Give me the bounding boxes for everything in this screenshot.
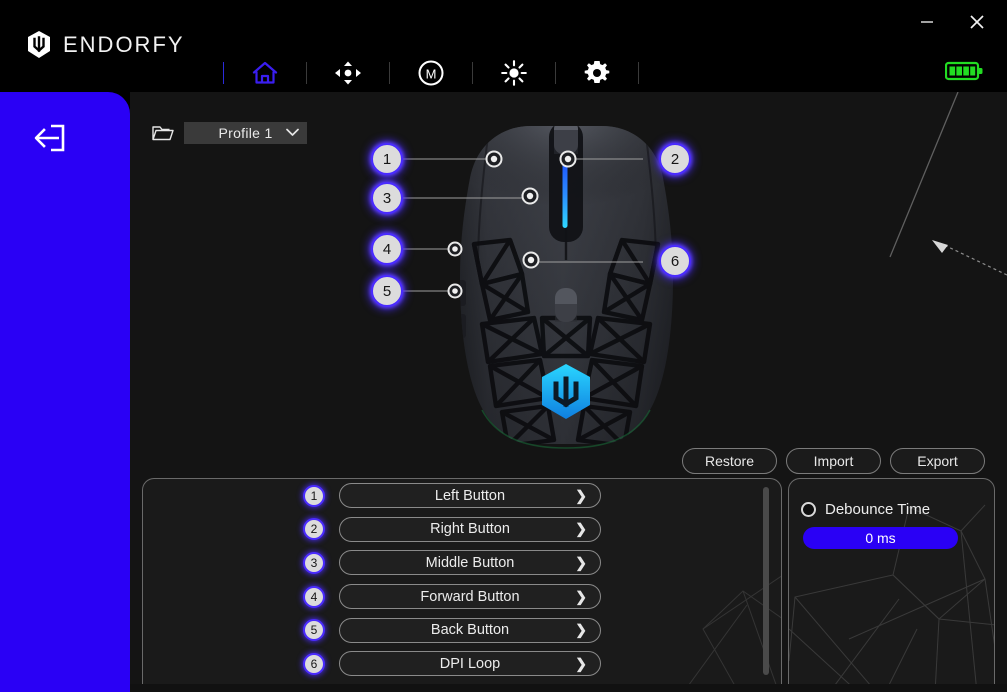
- row-label: Right Button: [430, 521, 510, 538]
- nav-lighting[interactable]: [491, 56, 537, 90]
- list-item: 6 DPI Loop ❯: [143, 647, 781, 681]
- row-label: DPI Loop: [439, 655, 501, 672]
- callout-label: 2: [670, 150, 680, 168]
- left-sidebar: [0, 92, 130, 692]
- list-item: 1 Left Button ❯: [143, 479, 781, 513]
- brand-title: ENDORFY: [63, 32, 185, 57]
- profile-row: Profile 1: [152, 122, 307, 144]
- callout-badge-4[interactable]: 4: [371, 233, 403, 265]
- row-number-badge[interactable]: 6: [303, 652, 325, 675]
- button-assign-middle-button[interactable]: Middle Button ❯: [339, 550, 601, 576]
- import-button[interactable]: Import: [786, 448, 881, 474]
- button-list-panel: 1 Left Button ❯ 2 Right Button ❯ 3 Middl…: [142, 478, 782, 692]
- list-item: 2 Right Button ❯: [143, 513, 781, 547]
- button-list-rows: 1 Left Button ❯ 2 Right Button ❯ 3 Middl…: [143, 479, 781, 681]
- chevron-right-icon: ❯: [575, 520, 587, 537]
- row-number-badge[interactable]: 4: [303, 585, 325, 608]
- button-assign-forward-button[interactable]: Forward Button ❯: [339, 584, 601, 610]
- button-assign-left-button[interactable]: Left Button ❯: [339, 483, 601, 509]
- battery-indicator: [944, 60, 985, 87]
- callout-badge-3[interactable]: 3: [371, 182, 403, 214]
- brand: ENDORFY: [26, 30, 185, 60]
- callout-label: 6: [670, 252, 680, 270]
- app-window: ENDORFY M Profile 1 1 2 3 4 5 6 Restore …: [0, 0, 1007, 692]
- debounce-panel: Debounce Time 0 ms: [788, 478, 995, 692]
- nav-macro[interactable]: M: [408, 56, 454, 90]
- window-controls: [905, 5, 999, 39]
- row-label: Middle Button: [425, 554, 515, 571]
- chevron-right-icon: ❯: [575, 621, 587, 638]
- action-bar: Restore Import Export: [682, 448, 985, 474]
- debounce-label: Debounce Time: [825, 501, 931, 518]
- main-nav: M: [205, 56, 657, 90]
- button-assign-back-button[interactable]: Back Button ❯: [339, 617, 601, 643]
- profile-select-value: Profile 1: [218, 125, 273, 141]
- main-stage: Profile 1 1 2 3 4 5 6 Restore Import Exp…: [130, 92, 1007, 692]
- nav-dpi[interactable]: [325, 56, 371, 90]
- button-list-scrollbar[interactable]: [763, 487, 769, 683]
- collapse-arrow-icon: [32, 124, 68, 158]
- callout-badge-2[interactable]: 2: [659, 143, 691, 175]
- macro-m-icon: M: [417, 59, 445, 87]
- chevron-right-icon: ❯: [575, 554, 587, 571]
- minimize-button[interactable]: [905, 5, 949, 39]
- settings-gear-icon: [583, 59, 611, 87]
- footer-strip: [130, 684, 1007, 692]
- row-number-badge[interactable]: 2: [303, 518, 325, 541]
- row-number-badge[interactable]: 5: [303, 619, 325, 642]
- nav-divider: [555, 62, 556, 84]
- chevron-right-icon: ❯: [575, 487, 587, 504]
- lighting-sun-icon: [500, 59, 528, 87]
- nav-divider: [223, 62, 224, 84]
- chevron-down-icon: [286, 124, 299, 142]
- title-bar: ENDORFY M: [0, 0, 1007, 92]
- mouse-body: [460, 126, 673, 444]
- callout-label: 1: [382, 150, 392, 168]
- callout-badge-5[interactable]: 5: [371, 275, 403, 307]
- row-number-badge[interactable]: 1: [303, 484, 325, 507]
- scrollbar-thumb[interactable]: [763, 487, 769, 675]
- endorfy-shield-logo-icon: [26, 30, 52, 60]
- nav-divider: [472, 62, 473, 84]
- home-icon: [251, 60, 279, 86]
- row-number-badge[interactable]: 3: [303, 551, 325, 574]
- nav-home[interactable]: [242, 56, 288, 90]
- dpi-crosshair-icon: [333, 60, 363, 86]
- mouse-diagram: 1 2 3 4 5 6: [130, 92, 1007, 472]
- list-item: 3 Middle Button ❯: [143, 546, 781, 580]
- button-assign-dpi-loop[interactable]: DPI Loop ❯: [339, 651, 601, 677]
- row-label: Left Button: [434, 487, 506, 504]
- folder-icon[interactable]: [152, 124, 174, 142]
- chevron-right-icon: ❯: [575, 588, 587, 605]
- callout-label: 5: [382, 282, 392, 300]
- nav-divider: [306, 62, 307, 84]
- svg-text:M: M: [426, 67, 437, 82]
- button-assign-right-button[interactable]: Right Button ❯: [339, 516, 601, 542]
- callout-label: 3: [382, 189, 392, 207]
- row-label: Forward Button: [420, 588, 520, 605]
- mouse-illustration: [387, 126, 673, 449]
- list-item: 4 Forward Button ❯: [143, 580, 781, 614]
- nav-divider: [389, 62, 390, 84]
- profile-select[interactable]: Profile 1: [184, 122, 307, 144]
- callout-badge-6[interactable]: 6: [659, 245, 691, 277]
- callout-label: 4: [382, 240, 392, 258]
- row-label: Back Button: [430, 622, 510, 639]
- export-button[interactable]: Export: [890, 448, 985, 474]
- nav-settings[interactable]: [574, 56, 620, 90]
- debounce-value: 0 ms: [865, 530, 896, 546]
- nav-divider: [638, 62, 639, 84]
- chevron-right-icon: ❯: [575, 655, 587, 672]
- close-button[interactable]: [955, 5, 999, 39]
- callout-badge-1[interactable]: 1: [371, 143, 403, 175]
- list-item: 5 Back Button ❯: [143, 613, 781, 647]
- debounce-row: Debounce Time: [801, 501, 930, 518]
- radio-unselected-icon[interactable]: [801, 502, 816, 517]
- restore-button[interactable]: Restore: [682, 448, 777, 474]
- debounce-value-pill[interactable]: 0 ms: [803, 527, 958, 549]
- sidebar-collapse-button[interactable]: [32, 122, 68, 154]
- battery-full-icon: [944, 60, 985, 87]
